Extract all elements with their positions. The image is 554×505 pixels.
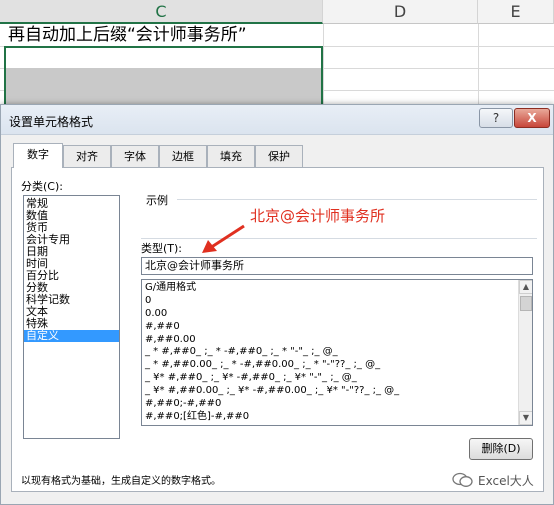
gridline [478,24,479,110]
format-item[interactable]: _ ¥* #,##0.00_ ;_ ¥* -#,##0.00_ ;_ ¥* "-… [142,385,532,398]
dialog-titlebar[interactable]: 设置单元格格式 ? X [1,105,553,135]
type-label: 类型(T): [141,242,183,255]
scroll-thumb[interactable] [520,296,532,311]
selection-border-top [4,46,323,68]
cell-c-text[interactable]: 再自动加上后缀“会计师事务所” [8,24,247,46]
tab-protection[interactable]: 保护 [255,145,303,167]
tab-number[interactable]: 数字 [13,143,63,168]
category-list[interactable]: 常规 数值 货币 会计专用 日期 时间 百分比 分数 科学记数 文本 特殊 自定… [23,195,120,439]
scroll-up-icon[interactable]: ▲ [519,280,532,294]
category-item-selected[interactable]: 自定义 [24,330,119,342]
delete-button[interactable]: 删除(D) [469,438,533,460]
format-cells-dialog: 设置单元格格式 ? X 数字 对齐 字体 边框 填充 保护 分类(C): 常规 … [0,104,554,505]
column-header-c[interactable]: C [0,0,323,24]
format-list-scrollbar[interactable]: ▲ ▼ [518,280,532,425]
tab-fill[interactable]: 填充 [207,145,255,167]
watermark-text: Excel大人 [478,474,534,488]
format-item[interactable]: 0 [142,295,532,308]
description-text: 以现有格式为基础，生成自定义的数字格式。 [21,476,221,487]
format-item[interactable]: _ ¥* #,##0_ ;_ ¥* -#,##0_ ;_ ¥* "-"_ ;_ … [142,372,532,385]
format-item[interactable]: #,##0;-#,##0 [142,398,532,411]
category-label: 分类(C): [21,180,63,193]
gridline [323,24,324,110]
format-item[interactable]: #,##0;[红色]-#,##0 [142,411,532,424]
format-item[interactable]: _ * #,##0_ ;_ * -#,##0_ ;_ * "-"_ ;_ @_ [142,346,532,359]
annotation-arrow [202,224,245,253]
sample-label: 示例 [146,194,168,207]
tab-font[interactable]: 字体 [111,145,159,167]
annotation-text: 北京@会计师事务所 [250,207,386,225]
format-item[interactable]: _ * #,##0.00_ ;_ * -#,##0.00_ ;_ * "-"??… [142,359,532,372]
watermark: Excel大人 [452,471,552,491]
scroll-down-icon[interactable]: ▼ [519,411,532,425]
format-item[interactable]: #,##0 [142,321,532,334]
sample-group-line [177,199,537,200]
format-item[interactable]: #,##0.00 [142,334,532,347]
wechat-icon [452,472,473,487]
close-button[interactable]: X [514,108,550,128]
column-header-e[interactable]: E [478,0,554,24]
format-item[interactable]: 0.00 [142,308,532,321]
tab-alignment[interactable]: 对齐 [63,145,111,167]
sheet-area: C D E 再自动加上后缀“会计师事务所” [0,0,554,110]
type-input[interactable]: 北京@会计师事务所 [141,257,533,275]
column-header-d[interactable]: D [323,0,478,24]
tab-border[interactable]: 边框 [159,145,207,167]
format-list[interactable]: G/通用格式 0 0.00 #,##0 #,##0.00 _ * #,##0_ … [141,279,533,426]
format-item[interactable]: G/通用格式 [142,282,532,295]
help-button[interactable]: ? [479,108,513,128]
dialog-title: 设置单元格格式 [9,115,94,129]
